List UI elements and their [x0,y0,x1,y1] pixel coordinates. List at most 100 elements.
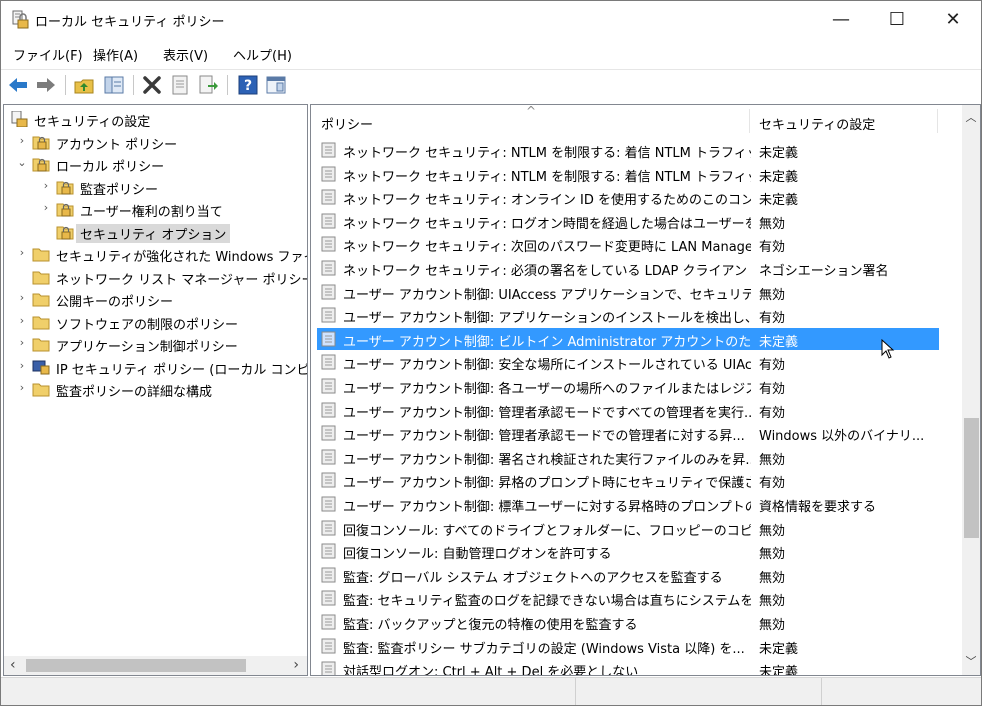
table-row[interactable]: ネットワーク セキュリティ: ログオン時間を経過した場合はユーザーを強... 無効 [317,210,939,232]
table-row[interactable]: ユーザー アカウント制御: 標準ユーザーに対する昇格時のプロンプトの... 資格情… [317,493,939,515]
title-bar[interactable]: ローカル セキュリティ ポリシー — ☐ ✕ [1,1,981,39]
up-folder-icon[interactable] [73,74,95,96]
back-arrow-icon[interactable] [7,74,29,96]
table-row[interactable]: ネットワーク セキュリティ: 次回のパスワード変更時に LAN Manager … [317,233,939,255]
table-row[interactable]: ネットワーク セキュリティ: NTLM を制限する: 着信 NTLM トラフィッ… [317,139,939,161]
menu-file[interactable]: ファイル(F) [13,45,83,64]
tree-item-label: セキュリティの設定 [34,115,151,130]
tree-scroll-thumb[interactable] [26,659,246,672]
column-divider[interactable] [749,109,750,133]
tree-item[interactable]: › ソフトウェアの制限のポリシー [4,311,307,333]
policy-list[interactable]: ポリシー ^ セキュリティの設定 ネットワーク セキュリティ: NTLM を制限… [310,104,981,676]
scroll-down-arrow-icon[interactable]: ﹀ [962,649,980,675]
toolbar-separator [65,75,66,95]
table-row[interactable]: ネットワーク セキュリティ: オンライン ID を使用するためのこのコンピュー.… [317,186,939,208]
tree-item[interactable]: セキュリティ オプション [4,221,307,243]
column-divider[interactable] [937,109,938,133]
table-row[interactable]: ユーザー アカウント制御: ビルトイン Administrator アカウントの… [317,327,939,350]
mouse-cursor-icon [881,339,895,359]
tree-item[interactable]: ⌄ ローカル ポリシー [4,153,307,175]
chevron-right-icon[interactable]: › [16,336,28,350]
table-row[interactable]: ユーザー アカウント制御: UIAccess アプリケーションで、セキュリティで… [317,281,939,303]
policy-setting-icon [321,661,338,675]
security-setting-value: 無効 [759,216,786,232]
menu-action[interactable]: 操作(A) [93,45,138,64]
table-row[interactable]: ユーザー アカウント制御: 各ユーザーの場所へのファイルまたはレジスト... 有効 [317,375,939,397]
properties-icon[interactable] [169,74,191,96]
policy-name: ネットワーク セキュリティ: オンライン ID を使用するためのこのコンピュー.… [343,193,751,209]
scroll-up-arrow-icon[interactable]: ︿ [962,105,980,131]
chevron-right-icon[interactable]: › [40,179,52,193]
menu-view[interactable]: 表示(V) [163,45,208,64]
chevron-right-icon[interactable]: › [16,134,28,148]
policy-setting-icon [321,213,338,229]
tree-item[interactable]: › アカウント ポリシー [4,131,307,153]
help-icon[interactable]: ? [237,74,259,96]
security-setting-value: 無効 [759,618,786,633]
security-setting-value: 無効 [759,523,786,539]
table-row[interactable]: 対話型ログオン: Ctrl + Alt + Del を必要としない 未定義 [317,658,939,675]
table-row[interactable]: 回復コンソール: 自動管理ログオンを許可する 無効 [317,540,939,562]
status-segment [821,678,981,705]
chevron-right-icon[interactable]: › [16,314,28,328]
chevron-right-icon[interactable]: › [16,291,28,305]
table-row[interactable]: ユーザー アカウント制御: 管理者承認モードでの管理者に対する昇... Windo… [317,422,939,444]
column-header-setting[interactable]: セキュリティの設定 [759,114,875,133]
chevron-right-icon[interactable]: › [16,381,28,395]
table-row[interactable]: ユーザー アカウント制御: 安全な場所にインストールされている UIAcc...… [317,351,939,373]
table-row[interactable]: 監査: バックアップと復元の特権の使用を監査する 無効 [317,611,939,633]
table-row[interactable]: 監査: セキュリティ監査のログを記録できない場合は直ちにシステムを... 無効 [317,587,939,609]
tree-item[interactable]: ネットワーク リスト マネージャー ポリシー [4,266,307,288]
tree-item[interactable]: › 監査ポリシーの詳細な構成 [4,378,307,400]
tree-item[interactable]: › ユーザー権利の割り当て [4,198,307,220]
table-row[interactable]: ユーザー アカウント制御: 昇格のプロンプト時にセキュリティで保護され... 有効 [317,469,939,491]
column-header-policy[interactable]: ポリシー [321,114,373,133]
tree-item[interactable]: › 公開キーのポリシー [4,288,307,310]
list-vertical-scrollbar[interactable]: ︿ ﹀ [962,105,980,675]
table-row[interactable]: ユーザー アカウント制御: 署名され検証された実行ファイルのみを昇... 無効 [317,446,939,468]
policy-name: 監査: バックアップと復元の特権の使用を監査する [343,618,638,633]
forward-arrow-icon[interactable] [35,74,57,96]
table-row[interactable]: 監査: 監査ポリシー サブカテゴリの設定 (Windows Vista 以降) … [317,635,939,657]
scroll-right-arrow-icon[interactable]: › [293,657,299,673]
navigation-tree[interactable]: セキュリティの設定 › アカウント ポリシー ⌄ ローカル ポリシー › 監査ポリシー › ユー… [3,104,308,676]
locked-folder-icon [32,134,50,150]
console-view-icon[interactable] [265,74,287,96]
table-row[interactable]: ユーザー アカウント制御: 管理者承認モードですべての管理者を実行... 有効 [317,399,939,421]
policy-setting-icon [321,496,338,512]
tree-item-label: 監査ポリシーの詳細な構成 [56,385,213,400]
table-row[interactable]: ネットワーク セキュリティ: 必須の署名をしている LDAP クライアント ネゴシ… [317,257,939,279]
policy-name: ユーザー アカウント制御: 標準ユーザーに対する昇格時のプロンプトの... [343,500,751,515]
security-setting-value: 有効 [759,240,786,256]
chevron-right-icon[interactable]: › [16,359,28,373]
minimize-button[interactable]: — [813,1,869,39]
security-setting-value: 資格情報を要求する [759,500,877,515]
chevron-right-icon[interactable]: › [16,246,28,260]
list-scroll-thumb[interactable] [964,417,979,538]
menu-help[interactable]: ヘルプ(H) [233,45,292,64]
policy-name: ネットワーク セキュリティ: NTLM を制限する: 着信 NTLM トラフィッ… [343,146,751,161]
list-header: ポリシー ^ セキュリティの設定 [311,105,961,135]
policy-setting-icon [321,472,338,488]
policy-setting-icon [321,590,338,606]
delete-icon[interactable] [141,74,163,96]
scroll-left-arrow-icon[interactable]: ‹ [10,657,16,673]
table-row[interactable]: ネットワーク セキュリティ: NTLM を制限する: 着信 NTLM トラフィッ… [317,163,939,185]
tree-item-label: 公開キーのポリシー [56,295,174,310]
chevron-down-icon[interactable]: ⌄ [16,156,28,170]
tree-item[interactable]: › セキュリティが強化された Windows ファイアウォール [4,243,307,265]
show-hide-tree-icon[interactable] [103,74,125,96]
chevron-right-icon[interactable]: › [40,201,52,215]
tree-item[interactable]: › 監査ポリシー [4,176,307,198]
tree-horizontal-scrollbar[interactable]: ‹ › [4,656,307,675]
table-row[interactable]: 回復コンソール: すべてのドライブとフォルダーに、フロッピーのコピーとアク...… [317,517,939,539]
export-list-icon[interactable] [197,74,219,96]
close-button[interactable]: ✕ [925,1,981,39]
tree-item[interactable]: › IP セキュリティ ポリシー (ローカル コンピューター) [4,356,307,378]
tree-item[interactable]: セキュリティの設定 [4,108,307,130]
table-row[interactable]: ユーザー アカウント制御: アプリケーションのインストールを検出し、昇... 有効 [317,304,939,326]
table-row[interactable]: 監査: グローバル システム オブジェクトへのアクセスを監査する 無効 [317,564,939,586]
maximize-button[interactable]: ☐ [869,1,925,39]
tree-item[interactable]: › アプリケーション制御ポリシー [4,333,307,355]
security-setting-value: 有効 [759,476,786,492]
